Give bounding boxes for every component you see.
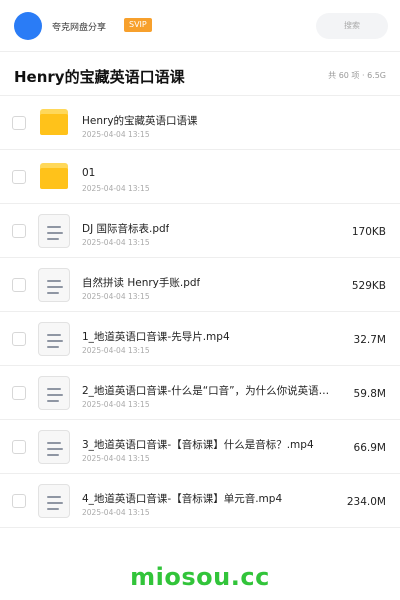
- file-size: 59.8M: [353, 388, 386, 400]
- document-icon: [38, 322, 70, 356]
- file-size: 234.0M: [346, 496, 386, 508]
- row-checkbox[interactable]: [12, 332, 26, 346]
- svip-badge: SVIP: [124, 18, 152, 32]
- file-row[interactable]: 自然拼读 Henry手账.pdf 2025-04-04 13:15 529KB: [0, 258, 400, 312]
- file-size: 32.7M: [353, 334, 386, 346]
- file-size: 170KB: [351, 226, 386, 238]
- file-date: 2025-04-04 13:15: [82, 400, 150, 409]
- title-bar: Henry的宝藏英语口语课 共 60 项 · 6.5G: [0, 52, 400, 96]
- file-row[interactable]: 01 2025-04-04 13:15: [0, 150, 400, 204]
- file-date: 2025-04-04 13:15: [82, 454, 150, 463]
- file-row[interactable]: 3_地道英语口音课-【音标课】什么是音标？.mp4 2025-04-04 13:…: [0, 420, 400, 474]
- page-title: Henry的宝藏英语口语课: [14, 68, 185, 86]
- file-size: 66.9M: [353, 442, 386, 454]
- file-date: 2025-04-04 13:15: [82, 184, 150, 193]
- file-name: Henry的宝藏英语口语课: [82, 115, 198, 127]
- file-date: 2025-04-04 13:15: [82, 346, 150, 355]
- file-row[interactable]: 2_地道英语口音课-什么是“口音”，为什么你说英语… 2025-04-04 13…: [0, 366, 400, 420]
- file-name: 01: [82, 167, 96, 179]
- folder-icon: [40, 109, 68, 135]
- file-name: 3_地道英语口音课-【音标课】什么是音标？.mp4: [82, 439, 314, 451]
- file-date: 2025-04-04 13:15: [82, 130, 150, 139]
- file-row[interactable]: 1_地道英语口音课-先导片.mp4 2025-04-04 13:15 32.7M: [0, 312, 400, 366]
- row-checkbox[interactable]: [12, 386, 26, 400]
- file-name: 4_地道英语口音课-【音标课】单元音.mp4: [82, 493, 283, 505]
- file-summary: 共 60 项 · 6.5G: [328, 71, 386, 80]
- avatar[interactable]: [14, 12, 42, 40]
- file-name: 1_地道英语口音课-先导片.mp4: [82, 331, 230, 343]
- file-name: 自然拼读 Henry手账.pdf: [82, 277, 201, 289]
- document-icon: [38, 214, 70, 248]
- brand-name: 夸克网盘分享: [52, 23, 107, 33]
- row-checkbox[interactable]: [12, 278, 26, 292]
- row-checkbox[interactable]: [12, 170, 26, 184]
- file-list: Henry的宝藏英语口语课 2025-04-04 13:15 01 2025-0…: [0, 96, 400, 528]
- file-date: 2025-04-04 13:15: [82, 238, 150, 247]
- file-date: 2025-04-04 13:15: [82, 508, 150, 517]
- document-icon: [38, 376, 70, 410]
- folder-icon: [40, 163, 68, 189]
- watermark: miosou.cc: [130, 563, 270, 591]
- row-checkbox[interactable]: [12, 440, 26, 454]
- document-icon: [38, 484, 70, 518]
- app-header: 夸克网盘分享 SVIP 搜索: [0, 0, 400, 52]
- document-icon: [38, 268, 70, 302]
- document-icon: [38, 430, 70, 464]
- search-button[interactable]: 搜索: [316, 13, 388, 39]
- file-row[interactable]: 4_地道英语口音课-【音标课】单元音.mp4 2025-04-04 13:15 …: [0, 474, 400, 528]
- file-size: 529KB: [351, 280, 386, 292]
- file-name: 2_地道英语口音课-什么是“口音”，为什么你说英语…: [82, 385, 330, 397]
- row-checkbox[interactable]: [12, 116, 26, 130]
- file-row[interactable]: Henry的宝藏英语口语课 2025-04-04 13:15: [0, 96, 400, 150]
- row-checkbox[interactable]: [12, 224, 26, 238]
- row-checkbox[interactable]: [12, 494, 26, 508]
- file-date: 2025-04-04 13:15: [82, 292, 150, 301]
- file-name: DJ 国际音标表.pdf: [82, 223, 170, 235]
- file-row[interactable]: DJ 国际音标表.pdf 2025-04-04 13:15 170KB: [0, 204, 400, 258]
